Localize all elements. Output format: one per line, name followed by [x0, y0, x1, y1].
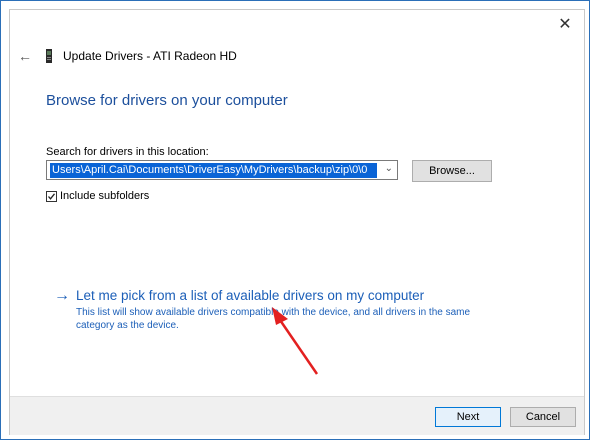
next-button[interactable]: Next: [435, 407, 501, 427]
page-heading: Browse for drivers on your computer: [46, 92, 288, 109]
wizard-footer: Next Cancel: [10, 396, 584, 435]
chevron-down-icon[interactable]: ⌄: [385, 163, 393, 174]
pick-from-list-description: This list will show available drivers co…: [76, 307, 471, 331]
screenshot-frame: ✕ ← Update Drivers - ATI Radeon HD Brows…: [0, 0, 590, 440]
include-subfolders-checkbox[interactable]: [46, 190, 57, 202]
wizard-header: ← Update Drivers - ATI Radeon HD: [18, 46, 237, 66]
arrow-right-icon: →: [54, 287, 70, 304]
search-location-label: Search for drivers in this location:: [46, 146, 209, 158]
close-button[interactable]: ✕: [554, 14, 576, 36]
close-icon: ✕: [558, 16, 572, 33]
checkmark-icon: [48, 192, 56, 200]
pick-from-list-link[interactable]: → Let me pick from a list of available d…: [54, 287, 424, 305]
window-title: Update Drivers - ATI Radeon HD: [63, 49, 237, 63]
browse-button[interactable]: Browse...: [412, 160, 492, 182]
back-arrow-icon[interactable]: ←: [18, 48, 34, 64]
include-subfolders-option[interactable]: Include subfolders: [46, 190, 149, 202]
driver-path-combobox[interactable]: Users\April.Cai\Documents\DriverEasy\MyD…: [46, 160, 398, 180]
pick-from-list-title[interactable]: Let me pick from a list of available dri…: [76, 287, 424, 305]
graphics-card-icon: [46, 49, 52, 63]
driver-path-input[interactable]: Users\April.Cai\Documents\DriverEasy\MyD…: [50, 162, 377, 178]
update-drivers-window: ✕ ← Update Drivers - ATI Radeon HD Brows…: [9, 9, 585, 435]
cancel-button[interactable]: Cancel: [510, 407, 576, 427]
include-subfolders-label: Include subfolders: [60, 190, 150, 202]
